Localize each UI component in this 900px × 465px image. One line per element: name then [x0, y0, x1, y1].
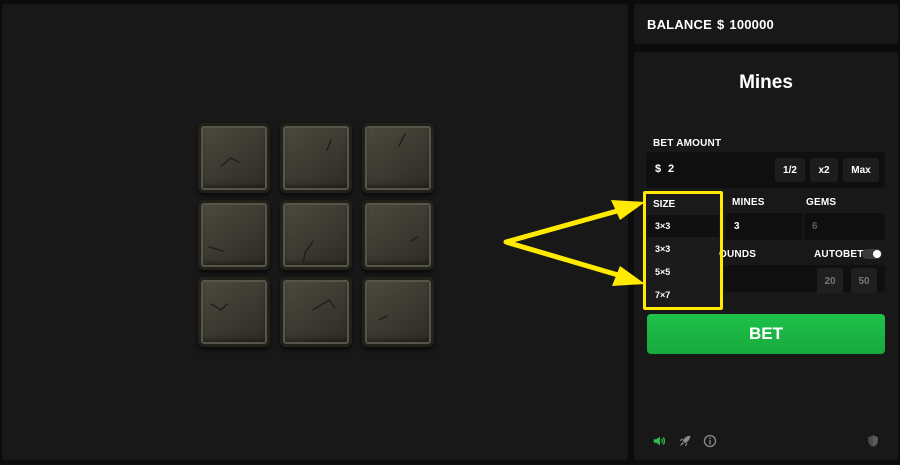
bet-button[interactable]: BET: [647, 314, 885, 354]
gems-field: 6: [804, 213, 885, 240]
gems-label: GEMS: [806, 197, 837, 208]
mine-tile[interactable]: [362, 277, 434, 347]
mine-tile[interactable]: [280, 200, 352, 270]
size-dropdown[interactable]: SIZE 3×3 3×3 5×5 7×7: [647, 195, 719, 306]
rocket-icon[interactable]: [678, 434, 692, 448]
size-option-5x5[interactable]: 5×5: [647, 261, 719, 283]
rounds-preset-20[interactable]: 20: [817, 268, 843, 294]
autobet-toggle[interactable]: [862, 249, 882, 259]
balance-bar: BALANCE $ 100000: [634, 4, 898, 44]
max-bet-button[interactable]: Max: [843, 158, 879, 182]
mine-tile[interactable]: [280, 123, 352, 193]
balance-amount: 100000: [729, 16, 774, 32]
bet-amount-label: BET AMOUNT: [653, 138, 722, 149]
sound-icon[interactable]: [652, 434, 666, 448]
mine-tile[interactable]: [362, 200, 434, 270]
bet-amount-value: 2: [668, 163, 675, 175]
balance-label: BALANCE: [647, 16, 712, 32]
info-icon[interactable]: [703, 434, 717, 448]
mine-tile[interactable]: [280, 277, 352, 347]
mines-input[interactable]: 3: [726, 213, 802, 240]
mine-tile[interactable]: [198, 200, 270, 270]
size-option-7x7[interactable]: 7×7: [647, 284, 719, 306]
mine-tile[interactable]: [362, 123, 434, 193]
shield-icon[interactable]: [866, 434, 880, 448]
size-selected-value[interactable]: 3×3: [647, 215, 719, 237]
size-option-3x3[interactable]: 3×3: [647, 238, 719, 260]
mine-tile[interactable]: [198, 277, 270, 347]
mines-label: MINES: [732, 197, 765, 208]
rounds-preset-50[interactable]: 50: [851, 268, 877, 294]
game-title: Mines: [739, 72, 793, 93]
rounds-label: OUNDS: [719, 249, 757, 260]
autobet-label: AUTOBET: [814, 249, 864, 260]
tile-grid: [198, 123, 434, 347]
balance-currency: $: [716, 16, 725, 32]
size-label: SIZE: [653, 199, 676, 210]
app-root: BALANCE $ 100000 Mines BET AMOUNT $ 2 1/…: [0, 0, 900, 465]
mine-tile[interactable]: [198, 123, 270, 193]
double-bet-button[interactable]: x2: [810, 158, 838, 182]
bet-amount-input[interactable]: $ 2 1/2 x2 Max: [646, 152, 885, 188]
bet-currency: $: [655, 163, 662, 175]
game-board: [2, 4, 628, 460]
half-bet-button[interactable]: 1/2: [775, 158, 805, 182]
